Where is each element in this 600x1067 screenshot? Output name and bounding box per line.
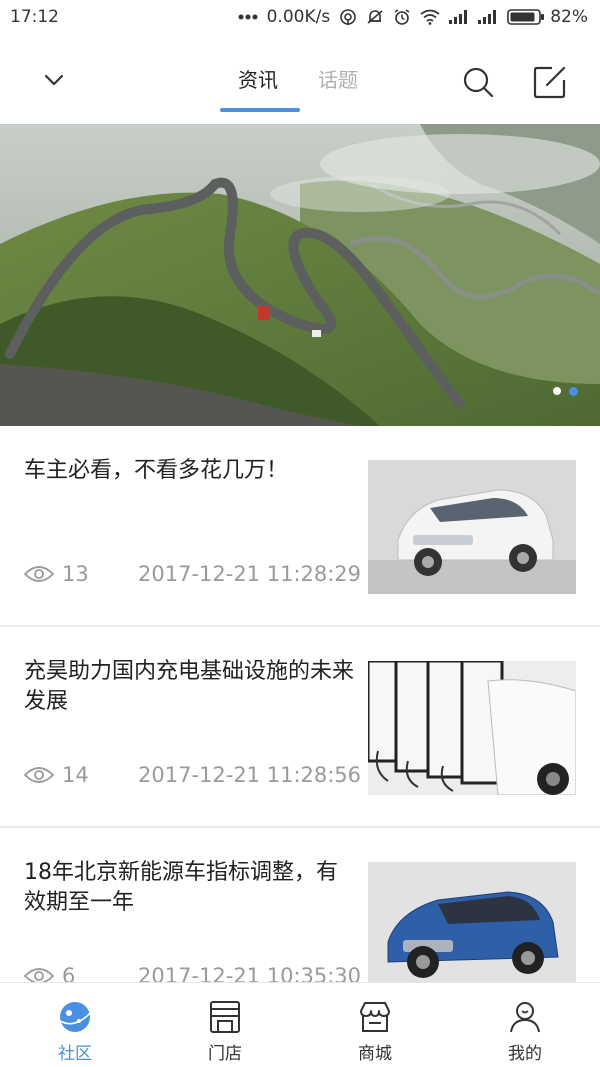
status-time: 17:12: [10, 7, 59, 27]
tab-topics[interactable]: 话题: [318, 64, 358, 93]
status-icons: 0.00K/s 82%: [238, 7, 588, 27]
signal-icon: [478, 10, 498, 24]
charging-cars-image: [368, 661, 576, 795]
article-item[interactable]: 18年北京新能源车指标调整，有效期至一年 6 2017-12-21 10:35:…: [0, 828, 600, 982]
article-meta: 6 2017-12-21 10:35:30: [24, 964, 361, 982]
bottom-nav-profile[interactable]: 我的: [450, 983, 600, 1067]
bottom-nav-label: 商城: [358, 1044, 392, 1064]
eye-icon: [24, 566, 54, 582]
top-nav: 资讯 话题: [0, 46, 600, 114]
battery: 82%: [507, 7, 588, 27]
article-thumbnail: [368, 862, 576, 982]
battery-icon: [507, 9, 545, 25]
alarm-icon: [393, 8, 411, 26]
article-meta: 13 2017-12-21 11:28:29: [24, 562, 361, 586]
carousel-dot[interactable]: [553, 387, 561, 395]
bottom-nav-label: 我的: [508, 1044, 542, 1064]
bottom-nav-label: 门店: [208, 1044, 242, 1064]
profile-icon: [510, 1002, 540, 1033]
status-bar: 17:12 0.00K/s 82%: [0, 0, 600, 34]
shop-icon: [360, 1002, 390, 1032]
article-title: 车主必看，不看多花几万！: [24, 458, 289, 483]
view-count: 14: [62, 763, 89, 787]
search-icon[interactable]: [462, 66, 496, 100]
tab-news[interactable]: 资讯: [238, 64, 278, 93]
article-title: 充昊助力国内充电基础设施的未来发展: [24, 659, 355, 714]
carousel-dot-active[interactable]: [569, 387, 578, 396]
banner-carousel[interactable]: [0, 124, 600, 426]
wifi-icon: [420, 9, 440, 25]
signal-icon: [449, 10, 469, 24]
bottom-nav: 社区 门店 商城 我的: [0, 982, 600, 1067]
bottom-nav-community[interactable]: 社区: [0, 983, 150, 1067]
eye-icon: [24, 767, 54, 783]
white-car-image: [368, 460, 576, 594]
blue-suv-image: [368, 862, 576, 982]
hotspot-icon: [339, 8, 357, 26]
article-date: 2017-12-21 10:35:30: [138, 964, 362, 982]
tab-bar: 资讯 话题: [0, 46, 600, 114]
eye-icon: [24, 968, 54, 982]
article-meta: 14 2017-12-21 11:28:56: [24, 763, 361, 787]
mute-icon: [366, 8, 384, 26]
edit-icon[interactable]: [532, 64, 568, 100]
carousel-dots: [553, 387, 578, 396]
article-date: 2017-12-21 11:28:29: [138, 562, 362, 586]
banner-image: [0, 124, 600, 426]
more-dots-icon: [238, 14, 258, 20]
article-thumbnail: [368, 460, 576, 594]
news-feed: 车主必看，不看多花几万！ 13 2017-12-21 11:28:29 充昊助力…: [0, 426, 600, 982]
active-tab-indicator: [220, 108, 300, 112]
article-thumbnail: [368, 661, 576, 795]
network-speed: 0.00K/s: [266, 7, 331, 27]
store-icon: [210, 1001, 240, 1033]
article-title: 18年北京新能源车指标调整，有效期至一年: [24, 860, 338, 915]
article-item[interactable]: 车主必看，不看多花几万！ 13 2017-12-21 11:28:29: [0, 426, 600, 627]
article-date: 2017-12-21 11:28:56: [138, 763, 362, 787]
view-count: 6: [62, 964, 76, 982]
bottom-nav-store[interactable]: 门店: [150, 983, 300, 1067]
battery-percent: 82%: [550, 7, 588, 27]
article-item[interactable]: 充昊助力国内充电基础设施的未来发展 14 2017-12-21 11:28:56: [0, 627, 600, 828]
bottom-nav-label: 社区: [58, 1044, 92, 1064]
planet-icon: [59, 1002, 91, 1032]
view-count: 13: [62, 562, 89, 586]
bottom-nav-shop[interactable]: 商城: [300, 983, 450, 1067]
